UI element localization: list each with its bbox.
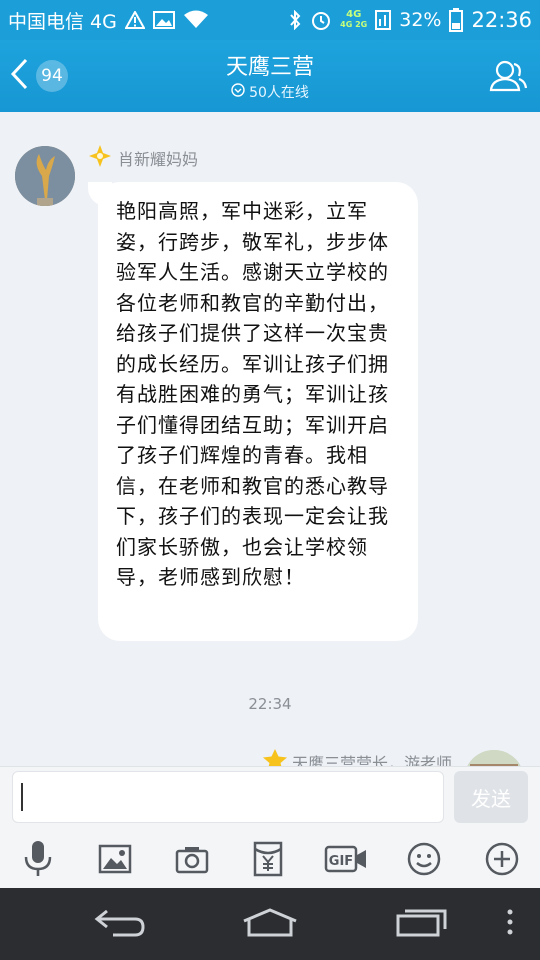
composer-toolbar: GIF [0,839,540,883]
carrier-label: 中国电信 4G [8,10,117,33]
image-button[interactable] [93,839,137,883]
system-nav-bar [0,888,540,960]
back-arrow-icon [93,907,147,941]
voice-button[interactable] [16,839,60,883]
camera-button[interactable] [170,839,214,883]
online-check-icon [231,83,245,101]
signal-icon [375,10,392,30]
warning-icon [124,11,145,29]
nav-menu-button[interactable] [498,906,522,942]
microphone-icon [23,840,53,882]
chat-header: 94 天鹰三营 50人在线 [0,40,540,112]
sender-avatar[interactable] [15,146,75,206]
online-status: 50人在线 [0,82,540,102]
smiley-face-icon [407,842,441,880]
alarm-icon [310,9,332,31]
red-packet-button[interactable] [246,839,290,883]
network-type-sub: 4G 2G [340,20,368,29]
bluetooth-icon [288,10,302,30]
online-count: 50人在线 [249,85,309,101]
wifi-icon [183,10,209,30]
nav-back-button[interactable] [90,906,150,942]
home-icon [241,907,299,941]
message-bubble[interactable]: 艳阳高照，军中迷彩，立军姿，行跨步，敬军礼，步步体验军人生活。感谢天立学校的各位… [98,182,418,641]
battery-percent: 32% [399,9,442,31]
message-input[interactable] [12,771,444,823]
more-button[interactable] [480,839,524,883]
message-sender: 肖新耀妈妈 [88,144,198,172]
network-type-indicator: 4G 4G 2G [340,10,367,30]
chat-title: 天鹰三营 [225,55,314,80]
camera-icon [175,844,209,878]
nav-home-button[interactable] [240,906,300,942]
sender-name: 肖新耀妈妈 [118,150,199,169]
battery-icon [449,8,464,32]
status-right: 4G 4G 2G 32% 22:36 [288,8,532,32]
network-type-top: 4G [346,9,362,20]
status-bar: 中国电信 4G 4G 4G 2G 32% 22:36 [0,0,540,40]
gallery-icon [152,11,175,29]
message-timestamp: 22:34 [248,695,292,713]
plus-circle-icon [485,842,519,880]
sculpture-avatar-image [15,146,75,206]
status-left: 中国电信 4G [8,7,209,34]
recent-apps-icon [395,907,449,941]
nav-recents-button[interactable] [392,906,452,942]
message-text: 艳阳高照，军中迷彩，立军姿，行跨步，敬军礼，步步体验军人生活。感谢天立学校的各位… [116,199,389,589]
text-caret [21,783,23,811]
member-rank-icon [88,144,112,172]
gif-button[interactable]: GIF [322,839,370,883]
composer: 发送 GIF [0,766,540,889]
clock-time: 22:36 [471,8,532,32]
group-members-icon [488,60,528,100]
group-members-button[interactable] [488,56,528,96]
gif-icon: GIF [324,845,368,877]
svg-text:GIF: GIF [329,854,353,869]
emoji-button[interactable] [402,839,446,883]
picture-icon [98,844,132,878]
send-button[interactable]: 发送 [454,771,528,823]
overflow-menu-icon [506,908,514,940]
red-packet-icon [253,841,283,881]
